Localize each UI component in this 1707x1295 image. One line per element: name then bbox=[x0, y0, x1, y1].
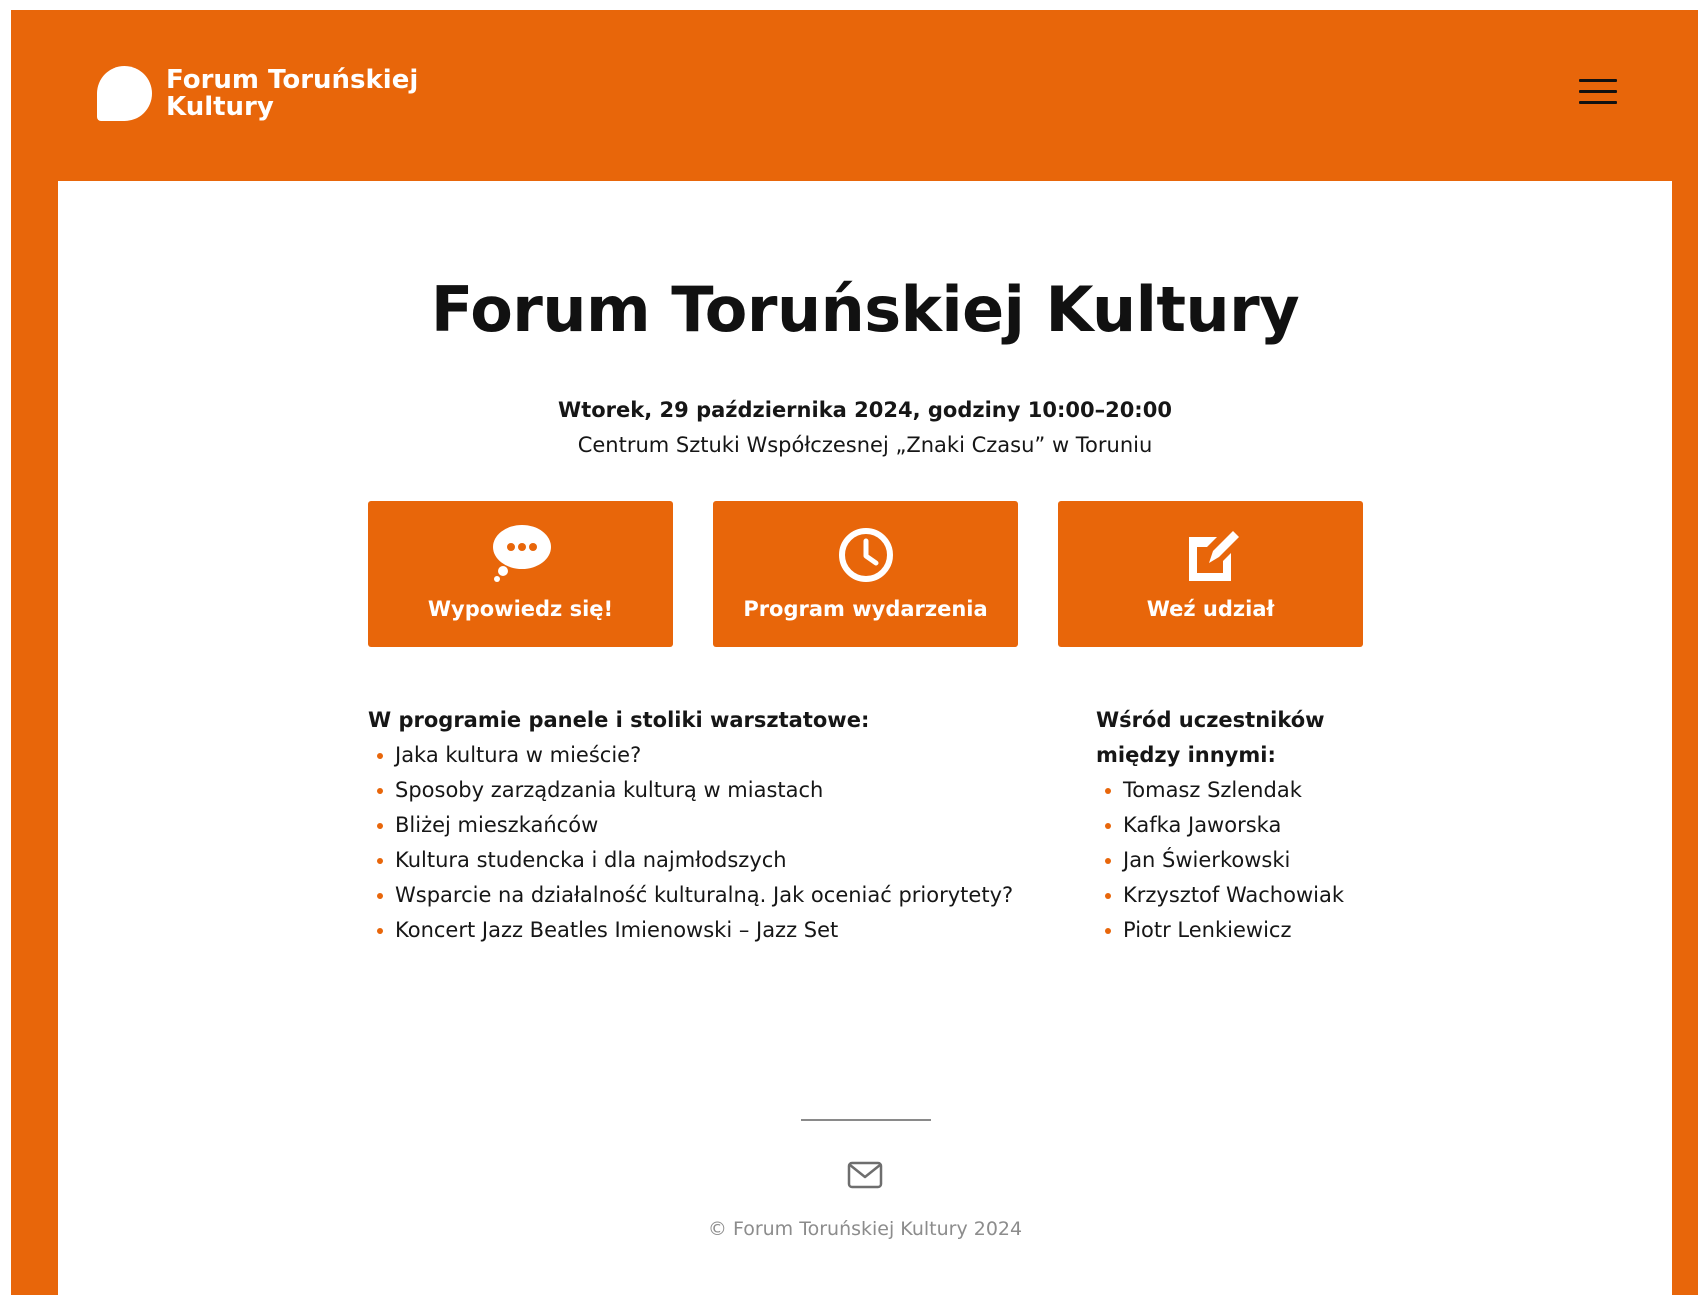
event-date: Wtorek, 29 października 2024, godziny 10… bbox=[558, 398, 1172, 422]
bullet bbox=[377, 858, 383, 864]
list-item-text: Piotr Lenkiewicz bbox=[1123, 918, 1292, 942]
list-item-text: Kafka Jaworska bbox=[1123, 813, 1282, 837]
bullet bbox=[1105, 823, 1111, 829]
logo-line-1: Forum Toruńskiej bbox=[166, 64, 419, 95]
program-heading: W programie panele i stoliki warsztatowe… bbox=[368, 708, 870, 732]
event-venue: Centrum Sztuki Współczesnej „Znaki Czasu… bbox=[577, 433, 1153, 457]
take-part-button[interactable]: Weź udział bbox=[1058, 501, 1363, 647]
site-logo[interactable]: Forum Toruńskiej Kultury bbox=[97, 66, 426, 121]
bullet bbox=[1105, 893, 1111, 899]
logo-line-2: Kultury bbox=[166, 91, 274, 122]
menu-bar bbox=[1579, 79, 1617, 82]
speak-up-button[interactable]: Wypowiedz się! bbox=[368, 501, 673, 647]
bullet bbox=[1105, 788, 1111, 794]
list-item-text: Sposoby zarządzania kulturą w miastach bbox=[395, 778, 824, 802]
page-frame: Forum Toruńskiej Kultury Forum Toruńskie… bbox=[11, 10, 1698, 1295]
menu-bar bbox=[1579, 101, 1617, 104]
program-list: Jaka kultura w mieście? Sposoby zarządza… bbox=[368, 738, 1048, 948]
participants-heading-2: między innymi: bbox=[1096, 743, 1276, 767]
list-item-text: Kultura studencka i dla najmłodszych bbox=[395, 848, 787, 872]
list-item: Piotr Lenkiewicz bbox=[1096, 913, 1396, 948]
bullet bbox=[1105, 928, 1111, 934]
participants-list: Tomasz Szlendak Kafka Jaworska Jan Świer… bbox=[1096, 773, 1396, 948]
menu-bar bbox=[1579, 90, 1617, 93]
program-section: W programie panele i stoliki warsztatowe… bbox=[368, 703, 1048, 948]
list-item-text: Bliżej mieszkańców bbox=[395, 813, 599, 837]
participants-heading-1: Wśród uczestników bbox=[1096, 708, 1325, 732]
bullet bbox=[377, 753, 383, 759]
list-item: Bliżej mieszkańców bbox=[368, 808, 1048, 843]
bullet bbox=[377, 788, 383, 794]
program-button[interactable]: Program wydarzenia bbox=[713, 501, 1018, 647]
clock-icon bbox=[838, 528, 893, 582]
footer-divider bbox=[801, 1119, 931, 1121]
list-item-text: Wsparcie na działalność kulturalną. Jak … bbox=[395, 883, 1014, 907]
main-content: Forum Toruńskiej Kultury Wtorek, 29 paźd… bbox=[58, 181, 1672, 1295]
hamburger-menu-icon[interactable] bbox=[1579, 79, 1617, 109]
list-item-text: Jan Świerkowski bbox=[1123, 848, 1291, 872]
page-title: Forum Toruńskiej Kultury bbox=[430, 273, 1300, 346]
list-item: Tomasz Szlendak bbox=[1096, 773, 1396, 808]
envelope-icon[interactable] bbox=[847, 1161, 883, 1189]
bullet bbox=[377, 893, 383, 899]
list-item-text: Krzysztof Wachowiak bbox=[1123, 883, 1345, 907]
participants-section: Wśród uczestników między innymi: Tomasz … bbox=[1096, 703, 1396, 948]
bullet bbox=[377, 823, 383, 829]
edit-icon bbox=[1188, 531, 1239, 581]
list-item-text: Jaka kultura w mieście? bbox=[395, 743, 642, 767]
list-item: Jan Świerkowski bbox=[1096, 843, 1396, 878]
copyright-text: © Forum Toruńskiej Kultury 2024 bbox=[707, 1218, 1023, 1240]
list-item: Jaka kultura w mieście? bbox=[368, 738, 1048, 773]
list-item-text: Koncert Jazz Beatles Imienowski – Jazz S… bbox=[395, 918, 839, 942]
list-item: Kafka Jaworska bbox=[1096, 808, 1396, 843]
list-item: Sposoby zarządzania kulturą w miastach bbox=[368, 773, 1048, 808]
bullet bbox=[377, 928, 383, 934]
speech-bubble-icon bbox=[492, 525, 551, 582]
site-header: Forum Toruńskiej Kultury bbox=[11, 10, 1698, 181]
list-item: Wsparcie na działalność kulturalną. Jak … bbox=[368, 878, 1048, 913]
bullet bbox=[1105, 858, 1111, 864]
speak-up-label: Wypowiedz się! bbox=[427, 597, 614, 621]
list-item: Koncert Jazz Beatles Imienowski – Jazz S… bbox=[368, 913, 1048, 948]
program-label: Program wydarzenia bbox=[743, 597, 988, 621]
logo-bubble-icon bbox=[97, 66, 152, 121]
take-part-label: Weź udział bbox=[1146, 597, 1275, 621]
logo-text: Forum Toruńskiej Kultury bbox=[166, 64, 426, 122]
list-item-text: Tomasz Szlendak bbox=[1123, 778, 1302, 802]
list-item: Krzysztof Wachowiak bbox=[1096, 878, 1396, 913]
list-item: Kultura studencka i dla najmłodszych bbox=[368, 843, 1048, 878]
